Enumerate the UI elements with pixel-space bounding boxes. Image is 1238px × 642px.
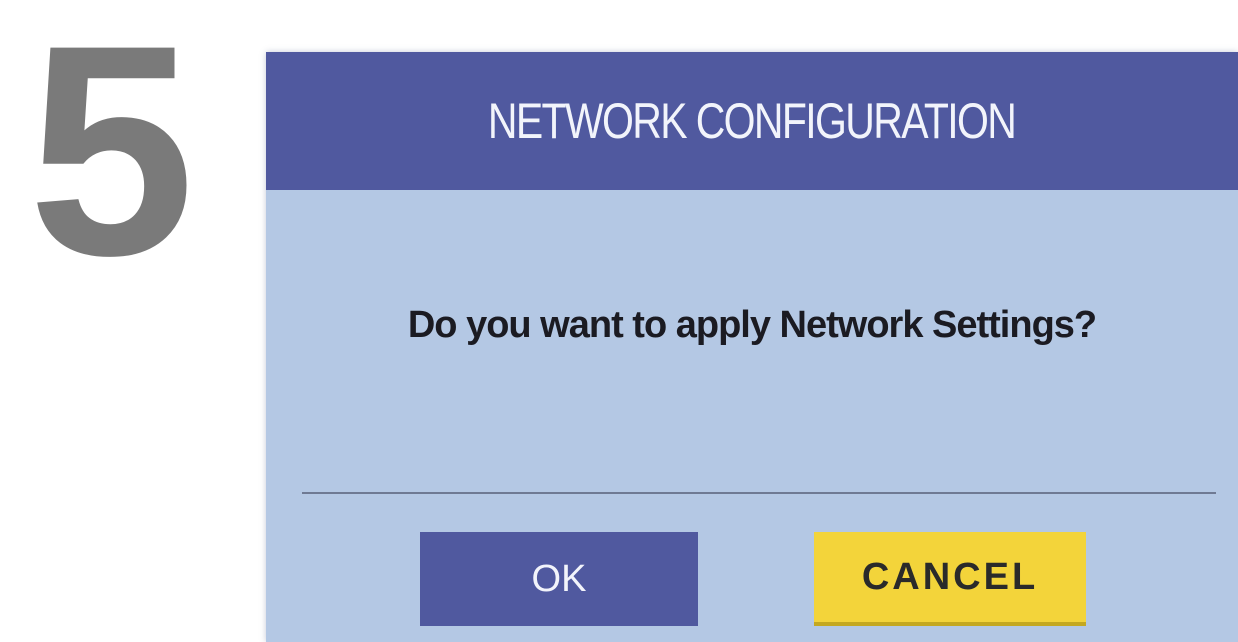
- dialog-title: NETWORK CONFIGURATION: [488, 93, 1017, 149]
- network-configuration-dialog: NETWORK CONFIGURATION Do you want to app…: [266, 52, 1238, 642]
- page: 5 NETWORK CONFIGURATION Do you want to a…: [0, 0, 1238, 642]
- dialog-divider: [302, 492, 1216, 494]
- cancel-button[interactable]: CANCEL: [814, 532, 1086, 626]
- step-number: 5: [28, 0, 195, 318]
- dialog-header: NETWORK CONFIGURATION: [266, 52, 1238, 190]
- ok-button[interactable]: OK: [420, 532, 698, 626]
- dialog-message: Do you want to apply Network Settings?: [407, 304, 1097, 346]
